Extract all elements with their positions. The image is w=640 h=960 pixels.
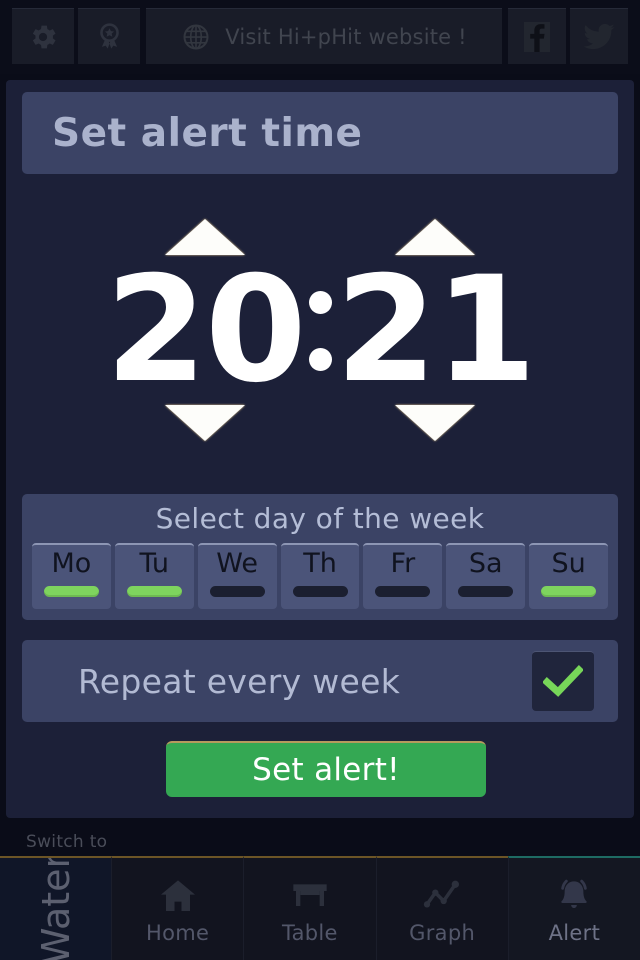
- page-title: Set alert time: [52, 110, 363, 156]
- day-indicator: [375, 586, 431, 597]
- day-buttons: Mo Tu We Th Fr Sa Su: [32, 543, 609, 609]
- day-button-su[interactable]: Su: [529, 543, 609, 609]
- twitter-icon: [583, 23, 615, 49]
- day-indicator: [541, 586, 597, 597]
- page-title-card: Set alert time: [22, 92, 618, 174]
- repeat-card: Repeat every week: [22, 640, 618, 722]
- check-icon: [543, 664, 583, 697]
- time-picker: 20 21: [6, 192, 634, 467]
- day-button-fr[interactable]: Fr: [363, 543, 443, 609]
- website-link-button[interactable]: Visit Hi+pHit website !: [146, 8, 502, 64]
- nav-tab-label: Table: [281, 921, 338, 945]
- nav-tab-alert[interactable]: Alert: [507, 856, 640, 960]
- minute-decrease-button[interactable]: [395, 404, 475, 441]
- day-indicator: [43, 586, 99, 597]
- home-icon: [156, 873, 200, 919]
- facebook-button[interactable]: [508, 8, 566, 64]
- main-panel: Set alert time 20 21 Select day of the w…: [6, 80, 634, 818]
- repeat-label: Repeat every week: [78, 661, 401, 701]
- nav-tab-table[interactable]: Table: [243, 856, 376, 960]
- day-button-sa[interactable]: Sa: [446, 543, 526, 609]
- day-button-we[interactable]: We: [197, 543, 277, 609]
- day-label: Tu: [139, 548, 170, 579]
- colon-dot-bottom: [308, 347, 332, 371]
- awards-button[interactable]: [78, 8, 140, 64]
- bottom-navigation: Water Home Table Graph Alert: [0, 856, 640, 960]
- award-icon: [99, 23, 119, 49]
- globe-icon: [183, 24, 209, 49]
- day-indicator: [209, 586, 265, 597]
- colon-dot-top: [308, 290, 332, 314]
- day-label: Sa: [468, 548, 503, 579]
- day-button-th[interactable]: Th: [280, 543, 360, 609]
- hour-increase-button[interactable]: [165, 218, 245, 255]
- day-indicator: [292, 586, 348, 597]
- switch-to-water-button[interactable]: Water: [0, 856, 111, 960]
- hour-value[interactable]: 20: [105, 255, 306, 405]
- switch-to-label: Switch to: [26, 832, 108, 852]
- minute-stepper: 21: [335, 218, 537, 441]
- nav-tab-label: Graph: [409, 921, 476, 945]
- nav-tab-label: Home: [146, 921, 210, 945]
- day-indicator: [458, 586, 514, 597]
- gear-icon: [32, 25, 56, 48]
- twitter-button[interactable]: [570, 8, 628, 64]
- minute-value[interactable]: 21: [335, 255, 536, 405]
- day-label: Su: [551, 548, 586, 579]
- set-alert-button[interactable]: Set alert!: [166, 741, 486, 797]
- day-label: Mo: [51, 548, 92, 579]
- table-icon: [288, 873, 332, 919]
- day-selector-label: Select day of the week: [155, 502, 485, 535]
- day-label: Fr: [390, 548, 416, 579]
- day-button-mo[interactable]: Mo: [32, 543, 111, 609]
- graph-icon: [420, 873, 464, 919]
- day-button-tu[interactable]: Tu: [114, 543, 194, 609]
- nav-tab-label: Alert: [548, 921, 601, 945]
- app-root: Visit Hi+pHit website ! Set alert time 2…: [0, 0, 640, 960]
- settings-button[interactable]: [12, 8, 74, 64]
- water-tab-label: Water: [33, 856, 78, 960]
- day-label: Th: [303, 548, 337, 579]
- nav-tab-graph[interactable]: Graph: [375, 856, 508, 960]
- day-label: We: [216, 548, 259, 579]
- hour-decrease-button[interactable]: [165, 404, 245, 441]
- day-selector-card: Select day of the week Mo Tu We Th Fr Sa…: [22, 494, 618, 620]
- top-toolbar: Visit Hi+pHit website !: [0, 0, 640, 74]
- nav-tab-home[interactable]: Home: [111, 856, 244, 960]
- bell-icon: [552, 873, 596, 919]
- minute-increase-button[interactable]: [395, 218, 475, 255]
- website-link-label: Visit Hi+pHit website !: [225, 24, 467, 49]
- repeat-checkbox[interactable]: [532, 651, 594, 711]
- hour-stepper: 20: [105, 218, 307, 441]
- facebook-icon: [524, 21, 550, 52]
- day-indicator: [126, 586, 182, 597]
